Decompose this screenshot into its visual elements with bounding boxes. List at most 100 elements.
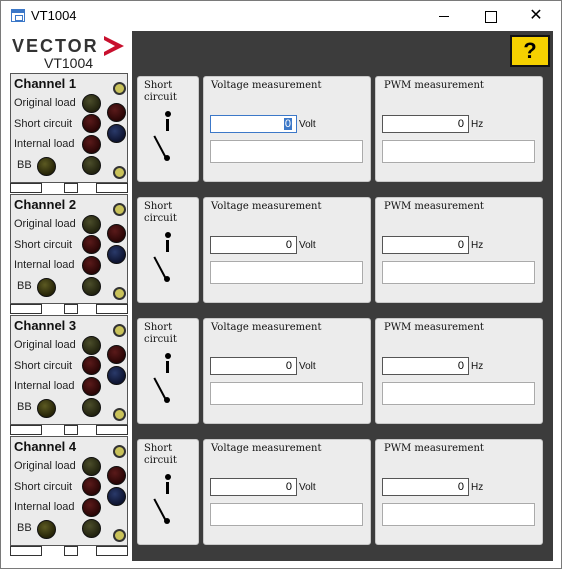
voltage-value-field[interactable]: 0 [210,115,297,133]
channel-device: Channel 1 Original load Short circuit Inter… [10,73,128,183]
title-bar[interactable]: VT1004 ✕ [1,1,561,31]
internal-load-led [82,256,101,275]
bb-led [37,399,56,418]
bottom-led [82,398,101,417]
app-icon [11,9,25,22]
original-load-led [82,215,101,234]
pwm-title: PWM measurement [384,322,484,333]
short-circuit-title: Short [144,80,173,91]
voltage-value: 0 [285,239,292,251]
voltage-title: Voltage measurement [211,201,322,212]
short-circuit-title: Short [144,322,173,333]
screw-icon [113,324,126,337]
maximize-button[interactable] [467,1,513,31]
pwm-title: PWM measurement [384,201,484,212]
volt-unit-label: Volt [299,119,316,130]
short-circuit-title: Short [144,201,173,212]
pwm-value-field[interactable]: 0 [382,115,469,133]
short-circuit-switch-icon[interactable] [152,353,182,409]
short-circuit-label: Short circuit [14,118,73,130]
voltage-display-field [209,502,364,527]
short-circuit-title-line2: circuit [144,92,177,103]
short-circuit-group: Short circuit [137,76,199,182]
pwm-display-field [381,502,536,527]
short-circuit-title-line2: circuit [144,455,177,466]
pwm-value-field[interactable]: 0 [382,357,469,375]
connector-strip [10,183,128,193]
connector-strip [10,425,128,435]
voltage-value: 0 [285,360,292,372]
hz-unit-label: Hz [471,240,484,251]
voltage-group: Voltage measurement 0 Volt [203,439,371,545]
short-circuit-title-line2: circuit [144,213,177,224]
status-led-red [107,224,126,243]
short-circuit-title: Short [144,443,173,454]
screw-icon [113,287,126,300]
voltage-value-field[interactable]: 0 [210,357,297,375]
short-circuit-group: Short circuit [137,318,199,424]
short-circuit-switch-icon[interactable] [152,474,182,530]
voltage-value-field[interactable]: 0 [210,236,297,254]
short-circuit-label: Short circuit [14,360,73,372]
pwm-group: PWM measurement 0 Hz [375,76,543,182]
hz-unit-label: Hz [471,119,484,130]
help-button[interactable]: ? [510,35,550,67]
bottom-led [82,519,101,538]
original-load-led [82,94,101,113]
short-circuit-switch-icon[interactable] [152,111,182,167]
status-led-red [107,345,126,364]
window-title: VT1004 [31,8,77,23]
short-circuit-switch-icon[interactable] [152,232,182,288]
original-load-label: Original load [14,218,76,230]
channel-title: Channel 1 [14,76,77,91]
voltage-display-field [209,260,364,285]
bb-label: BB [17,522,32,534]
bottom-led [82,156,101,175]
voltage-display-field [209,381,364,406]
status-led-blue [107,245,126,264]
screw-icon [113,82,126,95]
internal-load-label: Internal load [14,138,75,150]
bb-label: BB [17,401,32,413]
pwm-value-field[interactable]: 0 [382,236,469,254]
status-led-blue [107,487,126,506]
bb-label: BB [17,280,32,292]
pwm-group: PWM measurement 0 Hz [375,318,543,424]
pwm-value-field[interactable]: 0 [382,478,469,496]
voltage-value: 0 [285,481,292,493]
internal-load-label: Internal load [14,259,75,271]
channel-title: Channel 3 [14,318,77,333]
status-led-blue [107,124,126,143]
voltage-value: 0 [283,118,292,130]
status-led-blue [107,366,126,385]
short-circuit-led [82,114,101,133]
screw-icon [113,445,126,458]
bottom-led [82,277,101,296]
channel-device: Channel 4 Original load Short circuit Inter… [10,436,128,546]
channel-title: Channel 2 [14,197,77,212]
volt-unit-label: Volt [299,482,316,493]
bb-label: BB [17,159,32,171]
voltage-group: Voltage measurement 0 Volt [203,197,371,303]
short-circuit-label: Short circuit [14,239,73,251]
minimize-button[interactable] [421,1,467,31]
voltage-group: Voltage measurement 0 Volt [203,318,371,424]
screw-icon [113,166,126,179]
hz-unit-label: Hz [471,361,484,372]
pwm-display-field [381,139,536,164]
pwm-title: PWM measurement [384,443,484,454]
bb-led [37,278,56,297]
channel-device: Channel 2 Original load Short circuit Inter… [10,194,128,304]
channel-device: Channel 3 Original load Short circuit Inter… [10,315,128,425]
voltage-value-field[interactable]: 0 [210,478,297,496]
pwm-value: 0 [457,118,464,130]
original-load-led [82,457,101,476]
voltage-title: Voltage measurement [211,443,322,454]
original-load-label: Original load [14,97,76,109]
pwm-display-field [381,381,536,406]
pwm-group: PWM measurement 0 Hz [375,439,543,545]
pwm-value: 0 [457,239,464,251]
volt-unit-label: Volt [299,361,316,372]
vector-logo: VECTOR VT1004 [8,34,132,72]
close-button[interactable]: ✕ [513,1,559,31]
